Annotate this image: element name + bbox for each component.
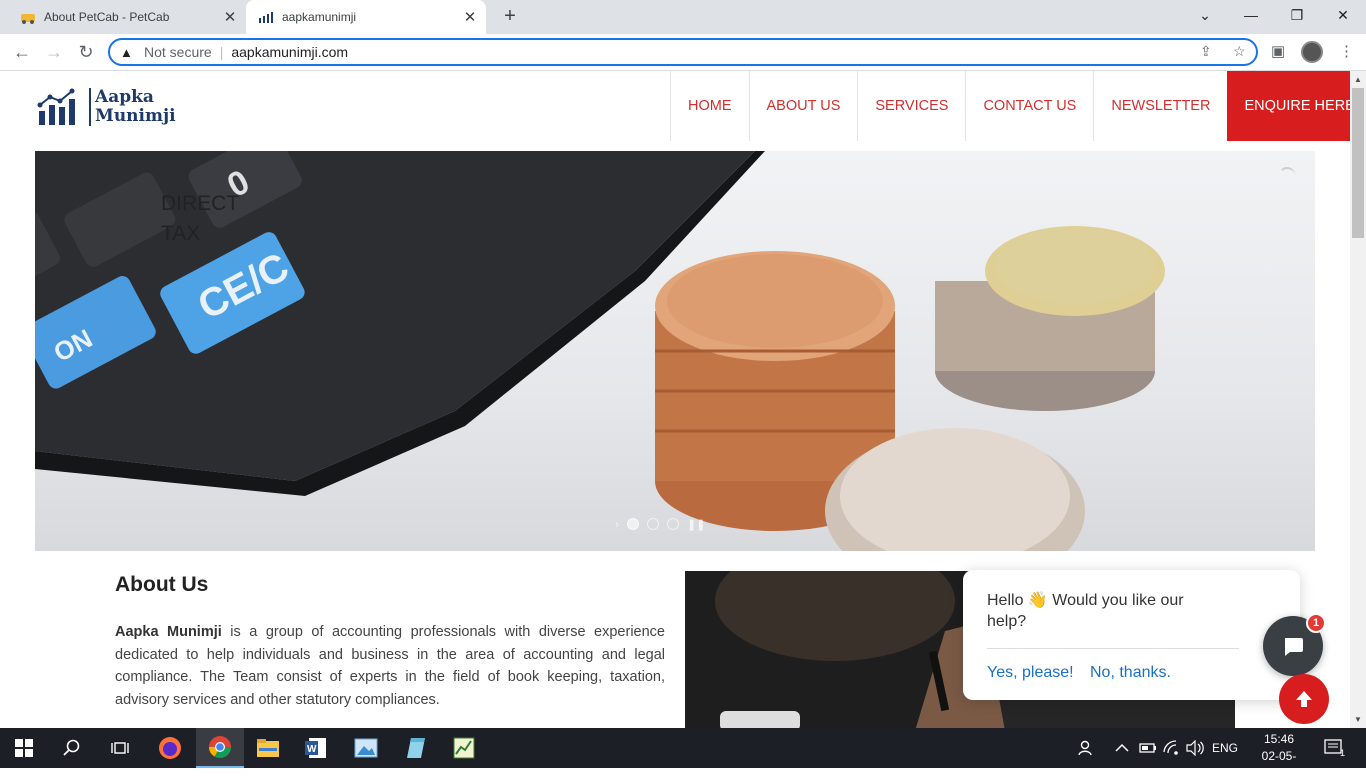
slider-pagination: › ❚❚ [615, 517, 705, 531]
chrome-icon[interactable] [196, 728, 244, 768]
hero-caption-line2: TAX [161, 222, 201, 245]
chat-bubble-icon [1285, 638, 1303, 656]
new-tab-button[interactable]: + [498, 4, 522, 28]
more-menu-icon[interactable]: ⋮ [1339, 42, 1354, 60]
scroll-up-icon[interactable]: ▲ [1354, 75, 1362, 84]
slider-dot[interactable] [627, 518, 639, 530]
scrollbar-thumb[interactable] [1352, 88, 1364, 238]
slider-next-icon[interactable]: › [615, 517, 619, 531]
web-page: Aapka Munimji HOME ABOUT US SERVICES CON… [0, 71, 1350, 728]
share-icon[interactable]: ⇪ [1200, 43, 1212, 60]
address-bar[interactable]: ▲ Not secure | aapkamunimji.com ⇪ ☆ [108, 38, 1258, 66]
minimize-icon[interactable]: — [1228, 0, 1274, 30]
chat-popup: Hello 👋 Would you like our help? Yes, pl… [963, 570, 1300, 700]
hero-caption-line1: DIRECT [161, 192, 240, 215]
about-us-paragraph: Aapka Munimji is a group of accounting p… [115, 621, 665, 711]
close-tab-icon[interactable]: ✕ [460, 8, 480, 26]
page-scrollbar[interactable]: ▲ ▼ [1350, 71, 1366, 728]
clock-time: 15:46 [1263, 732, 1295, 746]
slider-dot[interactable] [667, 518, 679, 530]
about-us-heading: About Us [115, 573, 209, 596]
nav-services[interactable]: SERVICES [857, 71, 965, 141]
warning-triangle-icon[interactable]: ▲ [120, 45, 136, 60]
tab-petcab[interactable]: About PetCab - PetCab ✕ [8, 0, 246, 34]
notifications-icon[interactable]: 1 [1324, 728, 1345, 768]
volume-icon[interactable] [1186, 728, 1204, 768]
logo-line1: Aapka [95, 87, 154, 107]
photos-icon[interactable] [342, 728, 390, 768]
clock-date: 02-05-2022 [1261, 749, 1297, 780]
browser-toolbar: ← → ↻ ▲ Not secure | aapkamunimji.com ⇪ … [0, 34, 1366, 71]
file-explorer-icon[interactable] [244, 728, 292, 768]
language-indicator[interactable]: ENG [1212, 728, 1238, 768]
slider-pause-icon[interactable]: ❚❚ [687, 518, 705, 531]
battery-icon[interactable] [1139, 728, 1157, 768]
chart-app-icon[interactable] [440, 728, 488, 768]
hero-slider[interactable]: CE/C ON 0 DIRECT TAX › ❚❚ [35, 151, 1315, 551]
brand-name: Aapka Munimji [115, 624, 222, 640]
bar-chart-logo-icon [37, 88, 75, 125]
bar-chart-favicon-icon [258, 9, 274, 25]
nav-about-us[interactable]: ABOUT US [748, 71, 858, 141]
svg-text:W: W [307, 744, 317, 755]
security-label[interactable]: Not secure [144, 44, 212, 60]
chat-message: Hello 👋 Would you like our help? [987, 592, 1184, 630]
taskbar-clock[interactable]: 15:46 02-05-2022 [1252, 731, 1306, 782]
petcab-favicon-icon [20, 9, 36, 25]
logo-text: Aapka Munimji [89, 88, 176, 126]
scroll-down-icon[interactable]: ▼ [1354, 715, 1362, 724]
chevron-up-icon[interactable] [1115, 728, 1129, 768]
enquire-here-button[interactable]: ENQUIRE HERE [1227, 71, 1350, 141]
chat-no-link[interactable]: No, thanks. [1090, 664, 1171, 682]
profile-avatar[interactable] [1301, 41, 1323, 63]
divider: | [219, 44, 224, 60]
loading-spinner-icon [1279, 167, 1295, 183]
hero-caption: DIRECT TAX [161, 189, 239, 249]
arrow-up-icon [1296, 691, 1312, 707]
bookmark-star-icon[interactable]: ☆ [1233, 43, 1246, 60]
main-navigation: HOME ABOUT US SERVICES CONTACT US NEWSLE… [670, 71, 1350, 141]
site-logo[interactable]: Aapka Munimji [37, 87, 176, 127]
windows-taskbar: W ENG 15:46 02-05-2022 1 [0, 728, 1366, 780]
forward-arrow-icon[interactable]: → [41, 40, 67, 64]
side-panel-icon[interactable]: ▣ [1271, 42, 1285, 60]
back-arrow-icon[interactable]: ← [9, 40, 35, 64]
people-icon[interactable] [1078, 728, 1096, 768]
scroll-to-top-button[interactable] [1279, 674, 1329, 724]
tab-aapkamunimji[interactable]: aapkamunimji ✕ [246, 0, 486, 34]
windows-start-icon[interactable] [0, 728, 48, 768]
nav-newsletter[interactable]: NEWSLETTER [1093, 71, 1227, 141]
divider [987, 648, 1239, 649]
slider-dot[interactable] [647, 518, 659, 530]
tab-label: About PetCab - PetCab [44, 10, 170, 24]
nav-home[interactable]: HOME [670, 71, 749, 141]
browser-tab-strip: About PetCab - PetCab ✕ aapkamunimji ✕ +… [0, 0, 1366, 34]
notification-count: 1 [1340, 748, 1346, 758]
nav-contact-us[interactable]: CONTACT US [965, 71, 1093, 141]
chat-unread-badge: 1 [1306, 613, 1326, 633]
close-window-icon[interactable]: ✕ [1320, 0, 1366, 30]
wifi-icon[interactable] [1163, 728, 1181, 768]
logo-line2: Munimji [95, 106, 176, 126]
word-icon[interactable]: W [292, 728, 340, 768]
firefox-icon[interactable] [146, 728, 194, 768]
search-icon[interactable] [48, 728, 96, 768]
reload-icon[interactable]: ↻ [73, 40, 99, 64]
notes-app-icon[interactable] [392, 728, 440, 768]
close-tab-icon[interactable]: ✕ [220, 8, 240, 26]
chat-yes-link[interactable]: Yes, please! [987, 664, 1074, 682]
tab-label: aapkamunimji [282, 10, 357, 24]
task-view-icon[interactable] [96, 728, 144, 768]
url-text[interactable]: aapkamunimji.com [231, 44, 348, 60]
restore-icon[interactable]: ❐ [1274, 0, 1320, 30]
tab-search-icon[interactable]: ⌄ [1182, 0, 1228, 30]
